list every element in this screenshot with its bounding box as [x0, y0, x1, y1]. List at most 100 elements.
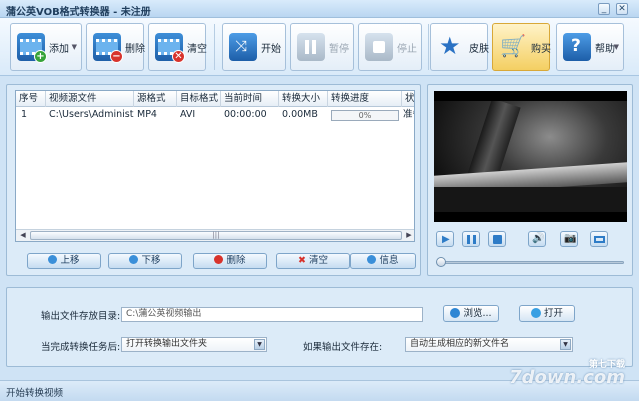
- output-dir-label: 输出文件存放目录:: [41, 311, 121, 322]
- shopping-cart-icon: 🛒: [500, 34, 527, 58]
- clear-film-icon: ✕: [155, 33, 185, 63]
- file-list-header: 序号 视频源文件 源格式 目标格式 当前时间 转换大小 转换进度 状: [16, 91, 414, 107]
- list-delete-label: 删除: [226, 255, 246, 266]
- horizontal-scrollbar[interactable]: ◀ ||| ▶: [16, 229, 414, 241]
- open-folder-button[interactable]: 打开: [519, 305, 575, 322]
- column-header[interactable]: 源格式: [134, 91, 177, 107]
- minimize-icon: _: [601, 4, 607, 14]
- preview-pause-button[interactable]: [462, 231, 480, 247]
- file-exists-select[interactable]: 自动生成相应的新文件名 ▼: [405, 337, 573, 352]
- pause-button[interactable]: 暂停: [290, 23, 354, 71]
- browse-icon: [450, 308, 461, 318]
- list-clear-button[interactable]: ✖ 清空: [276, 253, 350, 269]
- buy-button[interactable]: 🛒 购买: [492, 23, 551, 71]
- row-status: 准备: [403, 109, 414, 120]
- clear-button[interactable]: ✕ 清空: [148, 23, 207, 71]
- delete-button-label: 删除: [125, 43, 145, 55]
- help-button[interactable]: ? 帮助 ▼: [556, 23, 624, 71]
- file-list[interactable]: 序号 视频源文件 源格式 目标格式 当前时间 转换大小 转换进度 状 1 C:\…: [15, 90, 415, 242]
- stop-button-label: 停止: [397, 43, 417, 55]
- column-header[interactable]: 视频源文件: [46, 91, 134, 107]
- clear-x-icon: ✖: [298, 255, 306, 266]
- move-down-label: 下移: [141, 255, 161, 266]
- preview-panel: ▶ 🔊 📷: [427, 84, 633, 276]
- chevron-down-icon[interactable]: ▼: [560, 339, 571, 350]
- close-icon: ✕: [618, 4, 626, 14]
- arrow-down-icon: [129, 255, 139, 264]
- start-button-label: 开始: [261, 43, 281, 55]
- buy-button-label: 购买: [531, 43, 551, 55]
- fullscreen-button[interactable]: [590, 231, 608, 247]
- move-down-button[interactable]: 下移: [108, 253, 182, 269]
- video-preview: [434, 91, 627, 222]
- stop-button[interactable]: 停止: [358, 23, 422, 71]
- after-task-value: 打开转换输出文件夹: [126, 339, 208, 349]
- row-size: 0.00MB: [282, 109, 318, 120]
- volume-slider-knob[interactable]: [436, 257, 446, 267]
- scroll-thumb[interactable]: |||: [30, 231, 402, 240]
- chevron-down-icon[interactable]: ▼: [254, 339, 265, 350]
- stop-icon: [493, 235, 502, 244]
- play-button[interactable]: ▶: [436, 231, 454, 247]
- help-icon: ?: [563, 33, 591, 61]
- add-button-label: 添加: [49, 43, 69, 55]
- column-header[interactable]: 序号: [16, 91, 46, 107]
- file-exists-label: 如果输出文件存在:: [303, 342, 383, 353]
- start-button[interactable]: ⤨ 开始: [222, 23, 286, 71]
- info-button[interactable]: 信息: [350, 253, 416, 269]
- toolbar: + 添加 ▼ − 删除 ✕ 清空 ⤨ 开始 暂停 停止 ★ 皮肤 🛒 购买 ? …: [0, 18, 639, 76]
- stop-icon: [365, 33, 393, 61]
- browse-button[interactable]: 浏览...: [443, 305, 499, 322]
- delete-button[interactable]: − 删除: [86, 23, 145, 71]
- status-bar: 开始转换视频 7down.com 第七下载: [0, 360, 639, 401]
- column-header[interactable]: 转换进度: [328, 91, 402, 107]
- toolbar-separator: [214, 24, 215, 70]
- after-task-label: 当完成转换任务后:: [41, 342, 121, 353]
- chevron-down-icon: ▼: [613, 43, 619, 51]
- help-button-label: 帮助: [595, 43, 615, 55]
- watermark-subtext: 第七下载: [588, 360, 625, 370]
- row-source: C:\Users\Administrator...: [49, 109, 134, 120]
- skin-button[interactable]: ★ 皮肤: [430, 23, 489, 71]
- camera-icon: 📷: [564, 233, 577, 244]
- scroll-right-icon[interactable]: ▶: [403, 231, 414, 240]
- title-bar: 蒲公英VOB格式转换器 - 未注册 _ ✕: [0, 0, 639, 18]
- minus-icon: [214, 255, 224, 264]
- minimize-button[interactable]: _: [598, 3, 610, 15]
- add-button[interactable]: + 添加 ▼: [10, 23, 82, 71]
- status-text: 开始转换视频: [6, 388, 64, 399]
- browse-label: 浏览...: [463, 308, 492, 319]
- move-up-label: 上移: [60, 255, 80, 266]
- volume-button[interactable]: 🔊: [528, 231, 546, 247]
- arrow-up-icon: [48, 255, 58, 264]
- info-label: 信息: [379, 255, 399, 266]
- window-title: 蒲公英VOB格式转换器 - 未注册: [6, 7, 151, 18]
- pause-icon: [297, 33, 325, 61]
- skin-button-label: 皮肤: [469, 43, 489, 55]
- file-exists-value: 自动生成相应的新文件名: [410, 339, 510, 349]
- row-index: 1: [21, 109, 28, 120]
- snapshot-button[interactable]: 📷: [560, 231, 578, 247]
- watermark-text: 7down.com: [509, 367, 625, 388]
- row-time: 00:00:00: [224, 109, 267, 120]
- move-up-button[interactable]: 上移: [27, 253, 101, 269]
- volume-slider-track[interactable]: [438, 261, 624, 264]
- chevron-down-icon: ▼: [71, 43, 77, 51]
- close-button[interactable]: ✕: [616, 3, 628, 15]
- output-dir-field[interactable]: C:\蒲公英视频输出: [121, 307, 423, 322]
- preview-stop-button[interactable]: [488, 231, 506, 247]
- after-task-select[interactable]: 打开转换输出文件夹 ▼: [121, 337, 267, 352]
- row-progress-bar: 0%: [331, 110, 399, 121]
- site-watermark: 7down.com 第七下载: [509, 360, 625, 388]
- scroll-left-icon[interactable]: ◀: [17, 231, 29, 240]
- toolbar-separator: [428, 24, 429, 70]
- list-delete-button[interactable]: 删除: [193, 253, 267, 269]
- info-icon: [367, 255, 377, 264]
- column-header[interactable]: 目标格式: [177, 91, 221, 107]
- delete-film-icon: −: [93, 33, 123, 63]
- column-header[interactable]: 转换大小: [279, 91, 328, 107]
- column-header[interactable]: 当前时间: [221, 91, 279, 107]
- column-header[interactable]: 状: [402, 91, 414, 107]
- row-target-format: AVI: [180, 109, 196, 120]
- clear-button-label: 清空: [187, 43, 207, 55]
